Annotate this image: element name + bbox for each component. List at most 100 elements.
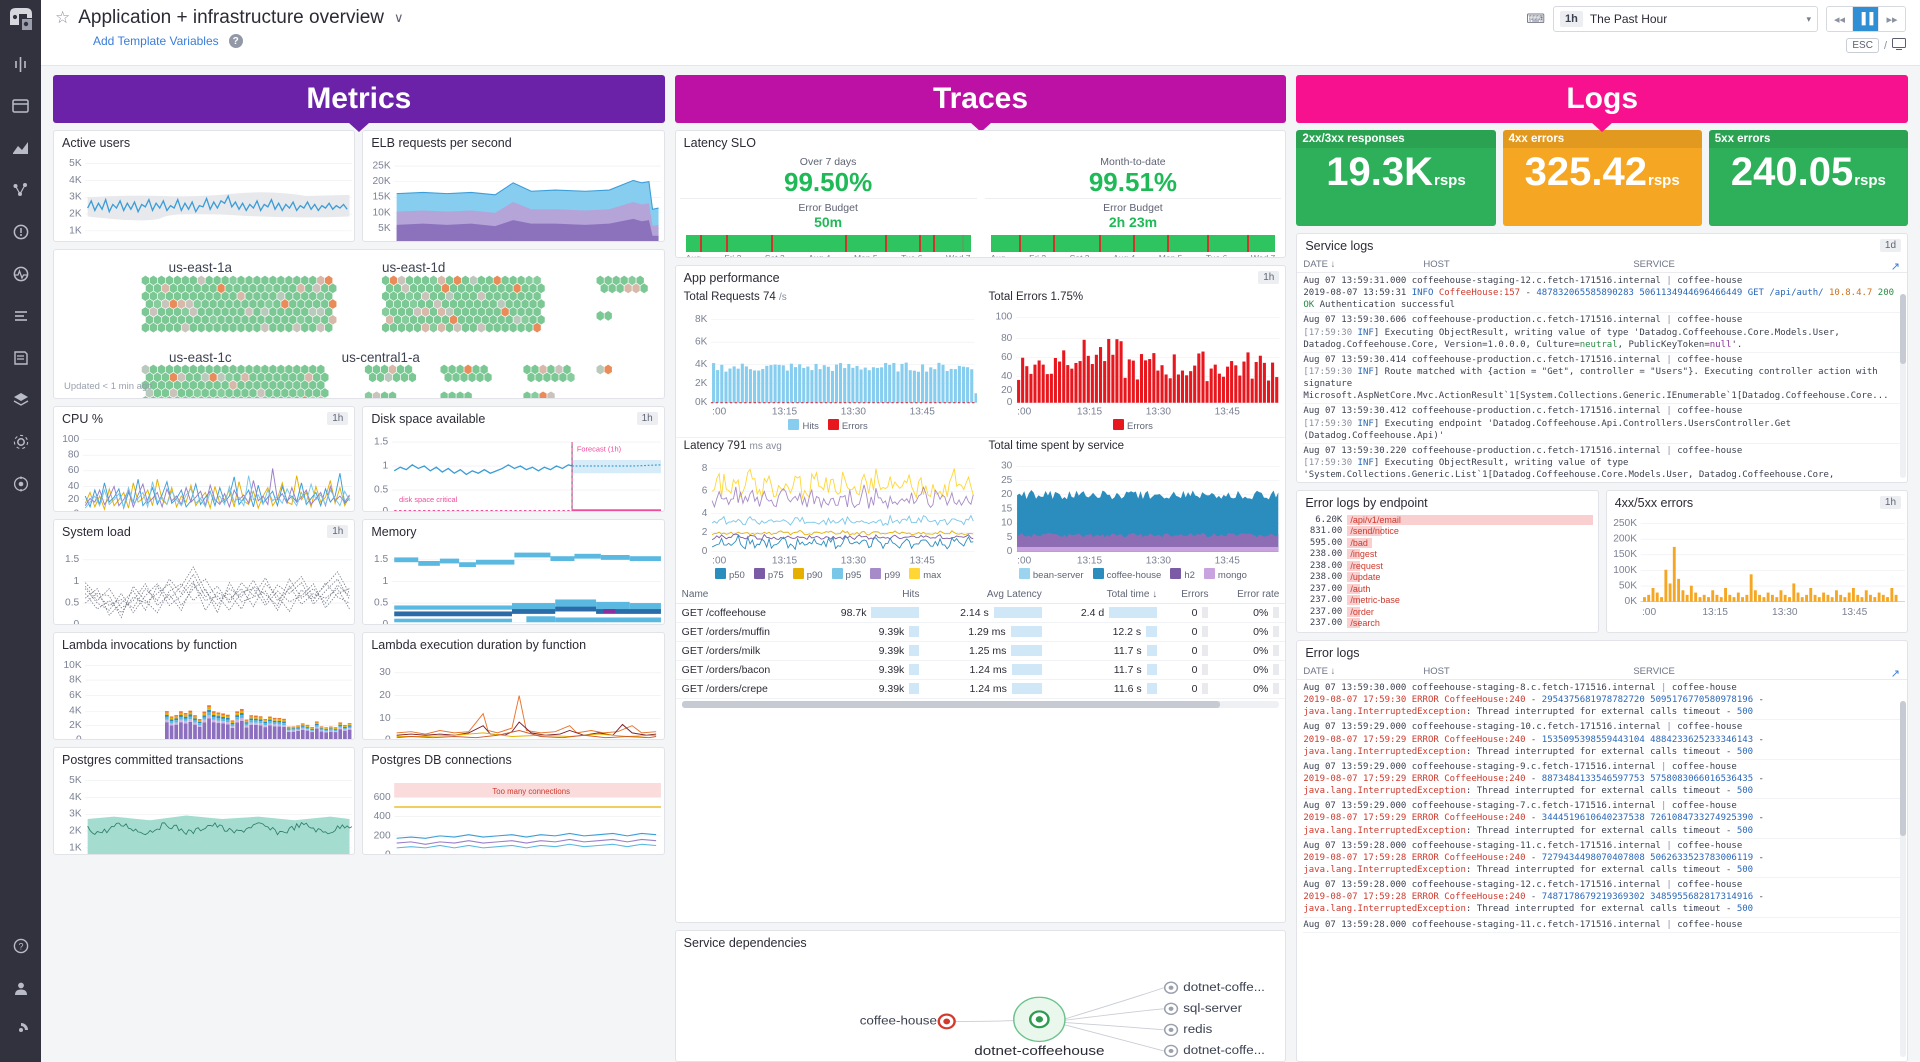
left-nav-rail[interactable]: ? <box>0 0 41 1062</box>
elb-requests-chart[interactable]: 25K20K15K 10K5K0K :0013:1513:3013:45 <box>363 154 663 242</box>
error-logs-scrollbar[interactable] <box>1900 701 1906 1057</box>
postgres-connections-chart[interactable]: Too many connections 6004002000 <box>363 771 663 855</box>
traces-table[interactable]: NameHitsAvg LatencyTotal time ↓ErrorsErr… <box>676 586 1286 699</box>
sidebar-item-traces[interactable] <box>4 174 38 206</box>
sidebar-item-metrics[interactable] <box>4 132 38 164</box>
esc-key-hint[interactable]: ESC <box>1846 38 1879 53</box>
active-users-chart[interactable]: 5K4K3K 2K1K0K :0013:1513:3013:45 <box>54 154 354 242</box>
widget-postgres-transactions[interactable]: Postgres committed transactions 5K4K3K <box>53 747 355 855</box>
log-entry[interactable]: Aug 07 13:59:29.000 coffeehouse-staging-… <box>1303 799 1901 838</box>
sidebar-item-notebooks[interactable] <box>4 342 38 374</box>
widget-service-dependencies[interactable]: Service dependencies dotnet-coffeehouse <box>675 930 1287 1062</box>
widget-lambda-invocations[interactable]: Lambda invocations by function 10K8K6K 4… <box>53 632 355 740</box>
widget-memory[interactable]: Memory <box>362 519 664 625</box>
errors-4xx-5xx-chart[interactable]: 250K200K150K 100K50K0K :0013:1513:3013:4… <box>1607 514 1907 620</box>
widget-elb-requests[interactable]: ELB requests per second <box>362 130 664 242</box>
sidebar-item-dashboards[interactable] <box>4 90 38 122</box>
time-range-picker[interactable]: 1h The Past Hour ▾ <box>1553 6 1818 32</box>
log-entry[interactable]: Aug 07 13:59:28.000 coffeehouse-staging-… <box>1303 839 1901 878</box>
hostmap-hexagons[interactable]: us-east-1a us-east-1d us-east-1c us-cent… <box>54 250 664 399</box>
table-row[interactable]: GET /coffeehouse98.7k2.14 s2.4 d00% <box>676 603 1286 622</box>
log-entry[interactable]: Aug 07 13:59:29.000 coffeehouse-staging-… <box>1303 720 1901 759</box>
table-row[interactable]: GET /orders/crepe9.39k1.24 ms11.6 s00% <box>676 679 1286 698</box>
total-errors-chart[interactable]: 1008060 40200 :0013:1513:3013:45 <box>985 303 1282 417</box>
toplist-row[interactable]: 238.00/request <box>1297 560 1597 572</box>
total-requests-chart[interactable]: 8K6K4K2K0K :0013:1513:3013:45 <box>680 303 977 417</box>
latency-chart[interactable]: 86420 :0013:1513:3013:45 <box>680 452 977 566</box>
service-dependency-graph[interactable]: dotnet-coffeehouse coffee-house dotnet-c… <box>676 954 1286 1062</box>
table-col-header[interactable]: Avg Latency <box>925 586 1047 604</box>
chevron-down-icon[interactable]: ▾ <box>1806 14 1811 25</box>
log-entry[interactable]: Aug 07 13:59:30.220 coffeehouse-producti… <box>1303 444 1901 483</box>
cpu-chart[interactable]: 1008060 40200 :0013:1513:3013:45 <box>54 430 354 512</box>
widget-service-logs[interactable]: Service logs 1d DATE ↓ HOST SERVICE ↗ Au… <box>1296 233 1908 483</box>
keyboard-shortcuts-icon[interactable]: ⌨ <box>1526 11 1545 27</box>
widget-lambda-duration[interactable]: Lambda execution duration by function <box>362 632 664 740</box>
log-entry[interactable]: Aug 07 13:59:31.000 coffeehouse-staging-… <box>1303 274 1901 313</box>
widget-disk-space[interactable]: Disk space available 1h <box>362 406 664 512</box>
sidebar-item-watchdog[interactable] <box>4 258 38 290</box>
widget-4xx-5xx-errors[interactable]: 4xx/5xx errors 1h 250K200K150K 1 <box>1606 490 1908 633</box>
lambda-invocations-chart[interactable]: 10K8K6K 4K2K0 :0013:1513:3013:45 <box>54 656 354 740</box>
log-entry[interactable]: Aug 07 13:59:30.414 coffeehouse-producti… <box>1303 353 1901 405</box>
table-row[interactable]: GET /orders/bacon9.39k1.24 ms11.7 s00% <box>676 660 1286 679</box>
widget-active-users[interactable]: Active users 5K4K3K 2K1K0K <box>53 130 355 242</box>
sidebar-item-logs[interactable] <box>4 300 38 332</box>
toplist-row[interactable]: 237.00/metric-base <box>1297 595 1597 607</box>
toplist-row[interactable]: 237.00/order <box>1297 606 1597 618</box>
toplist-row[interactable]: 237.00/auth <box>1297 583 1597 595</box>
memory-chart[interactable]: 1.510.50 13:0013:1513:3013:45 <box>363 543 663 625</box>
add-template-variables-link[interactable]: Add Template Variables <box>93 34 219 48</box>
step-forward-button[interactable]: ▸▸ <box>1879 7 1905 31</box>
traces-table-hscrollbar[interactable] <box>682 701 1280 708</box>
disk-space-chart[interactable]: disk space critical Forecast (1h) 1.510.… <box>363 430 663 512</box>
external-link-icon[interactable]: ↗ <box>1891 260 1900 273</box>
log-entry[interactable]: Aug 07 13:59:28.000 coffeehouse-staging-… <box>1303 878 1901 917</box>
playback-controls[interactable]: ◂◂ ▐▐ ▸▸ <box>1826 6 1906 32</box>
toplist-row[interactable]: 595.00/bad <box>1297 537 1597 549</box>
widget-postgres-connections[interactable]: Postgres DB connections Too many connect… <box>362 747 664 855</box>
table-col-header[interactable]: Errors <box>1163 586 1214 604</box>
pause-button[interactable]: ▐▐ <box>1853 7 1879 31</box>
toplist-row[interactable]: 6.20K/api/v1/email <box>1297 514 1597 526</box>
table-col-header[interactable]: Name <box>676 586 807 604</box>
kpi-card-2[interactable]: 5xx errors240.05rsps <box>1709 130 1908 226</box>
widget-system-load[interactable]: System load 1h <box>53 519 355 625</box>
time-spent-chart[interactable]: 302520 151050 :0013:1513:3013:45 <box>985 452 1282 566</box>
widget-app-performance[interactable]: App performance 1h Total Requests 74 /s <box>675 265 1287 923</box>
toplist-row[interactable]: 237.00/search <box>1297 618 1597 630</box>
system-load-chart[interactable]: 1.510.50 :0013:1513:3013:45 <box>54 543 354 625</box>
sidebar-item-monitors[interactable] <box>4 216 38 248</box>
postgres-transactions-chart[interactable]: 5K4K3K 2K1K 13:0013:1513:3013:45 <box>54 771 354 855</box>
lambda-duration-chart[interactable]: 3020100 :0013:1513:3013:45 <box>363 656 663 740</box>
kpi-card-1[interactable]: 4xx errors325.42rsps <box>1503 130 1702 226</box>
table-row[interactable]: GET /orders/milk9.39k1.25 ms11.7 s00% <box>676 641 1286 660</box>
log-entry[interactable]: Aug 07 13:59:28.000 coffeehouse-staging-… <box>1303 918 1901 933</box>
log-entry[interactable]: Aug 07 13:59:30.412 coffeehouse-producti… <box>1303 404 1901 443</box>
help-icon[interactable]: ? <box>229 34 243 48</box>
widget-hostmap[interactable]: us-east-1a us-east-1d us-east-1c us-cent… <box>53 249 665 399</box>
service-logs-scrollbar[interactable] <box>1900 294 1906 478</box>
step-back-button[interactable]: ◂◂ <box>1827 7 1853 31</box>
log-entry[interactable]: Aug 07 13:59:30.000 coffeehouse-staging-… <box>1303 681 1901 720</box>
kpi-card-0[interactable]: 2xx/3xx responses19.3Krsps <box>1296 130 1495 226</box>
fullscreen-monitor-icon[interactable] <box>1892 38 1906 53</box>
widget-error-logs[interactable]: Error logs DATE ↓ HOST SERVICE ↗ Aug 07 … <box>1296 640 1908 1062</box>
toplist-row[interactable]: 238.00/update <box>1297 572 1597 584</box>
table-row[interactable]: GET /orders/muffin9.39k1.29 ms12.2 s00% <box>676 622 1286 641</box>
widget-latency-slo[interactable]: Latency SLO Over 7 days 99.50% Error Bud… <box>675 130 1287 258</box>
toplist-row[interactable]: 831.00/send/notice <box>1297 526 1597 538</box>
sidebar-item-apm[interactable] <box>4 426 38 458</box>
sidebar-item-account[interactable] <box>4 972 38 1004</box>
sidebar-item-help[interactable]: ? <box>4 930 38 962</box>
sidebar-item-infrastructure[interactable] <box>4 384 38 416</box>
dashboard-menu-caret-icon[interactable]: ∨ <box>394 10 404 26</box>
table-col-header[interactable]: Hits <box>807 586 925 604</box>
log-entry[interactable]: Aug 07 13:59:29.000 coffeehouse-staging-… <box>1303 760 1901 799</box>
table-col-header[interactable]: Total time ↓ <box>1048 586 1163 604</box>
widget-cpu[interactable]: CPU % 1h <box>53 406 355 512</box>
star-icon[interactable]: ☆ <box>55 8 70 28</box>
external-link-icon[interactable]: ↗ <box>1891 667 1900 680</box>
log-entry[interactable]: Aug 07 13:59:30.606 coffeehouse-producti… <box>1303 313 1901 352</box>
sidebar-item-sunburst[interactable] <box>4 1014 38 1046</box>
